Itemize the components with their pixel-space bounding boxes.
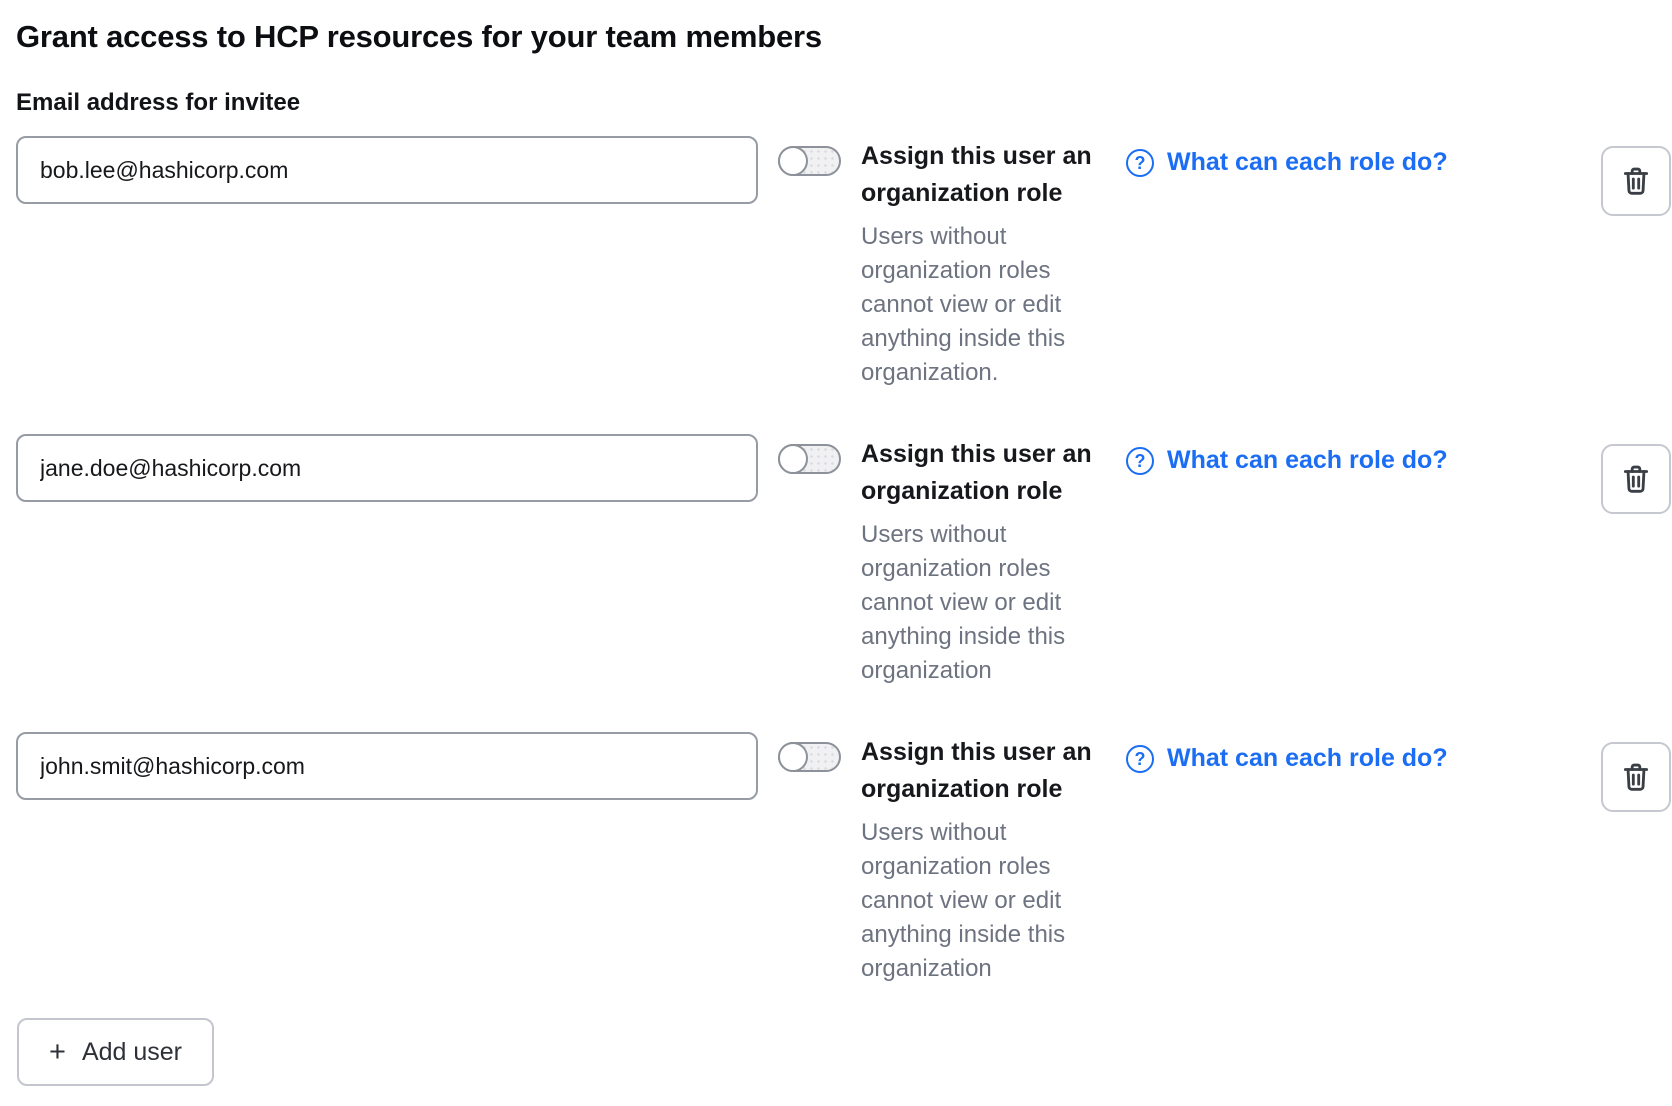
add-user-label: Add user [82, 1038, 182, 1067]
role-description: Assign this user an organization role Us… [861, 732, 1106, 986]
page-title: Grant access to HCP resources for your t… [16, 18, 1656, 56]
help-circle-icon: ? [1126, 149, 1154, 177]
toggle-knob [778, 146, 808, 176]
org-role-toggle[interactable] [778, 444, 841, 474]
role-description: Assign this user an organization role Us… [861, 434, 1106, 688]
org-role-toggle[interactable] [778, 146, 841, 176]
delete-invitee-button[interactable] [1601, 444, 1671, 514]
delete-invitee-button[interactable] [1601, 146, 1671, 216]
invitee-row: Assign this user an organization role Us… [16, 136, 1656, 390]
trash-icon [1619, 164, 1653, 198]
add-user-button[interactable]: + Add user [17, 1018, 214, 1086]
role-toggle-label: Assign this user an organization role [861, 138, 1106, 212]
help-circle-icon: ? [1126, 447, 1154, 475]
trash-icon [1619, 462, 1653, 496]
role-description: Assign this user an organization role Us… [861, 136, 1106, 390]
email-address-label: Email address for invitee [16, 89, 1656, 117]
role-info: ? What can each role do? [1126, 446, 1581, 475]
role-info: ? What can each role do? [1126, 744, 1581, 773]
role-toggle-label: Assign this user an organization role [861, 734, 1106, 808]
invitee-row: Assign this user an organization role Us… [16, 434, 1656, 688]
toggle-knob [778, 444, 808, 474]
role-info-link[interactable]: What can each role do? [1167, 744, 1448, 773]
toggle-knob [778, 742, 808, 772]
trash-icon [1619, 760, 1653, 794]
org-role-toggle[interactable] [778, 742, 841, 772]
plus-icon: + [49, 1038, 66, 1067]
role-info-link[interactable]: What can each role do? [1167, 446, 1448, 475]
invitee-email-input[interactable] [16, 434, 758, 502]
help-circle-icon: ? [1126, 745, 1154, 773]
role-toggle-label: Assign this user an organization role [861, 436, 1106, 510]
role-info: ? What can each role do? [1126, 148, 1581, 177]
role-help-text: Users without organization roles cannot … [861, 816, 1106, 986]
role-help-text: Users without organization roles cannot … [861, 518, 1106, 688]
invitee-email-input[interactable] [16, 136, 758, 204]
role-info-link[interactable]: What can each role do? [1167, 148, 1448, 177]
invitee-row: Assign this user an organization role Us… [16, 732, 1656, 986]
delete-invitee-button[interactable] [1601, 742, 1671, 812]
role-help-text: Users without organization roles cannot … [861, 220, 1106, 390]
invitee-email-input[interactable] [16, 732, 758, 800]
grant-access-form: Grant access to HCP resources for your t… [0, 0, 1672, 1086]
